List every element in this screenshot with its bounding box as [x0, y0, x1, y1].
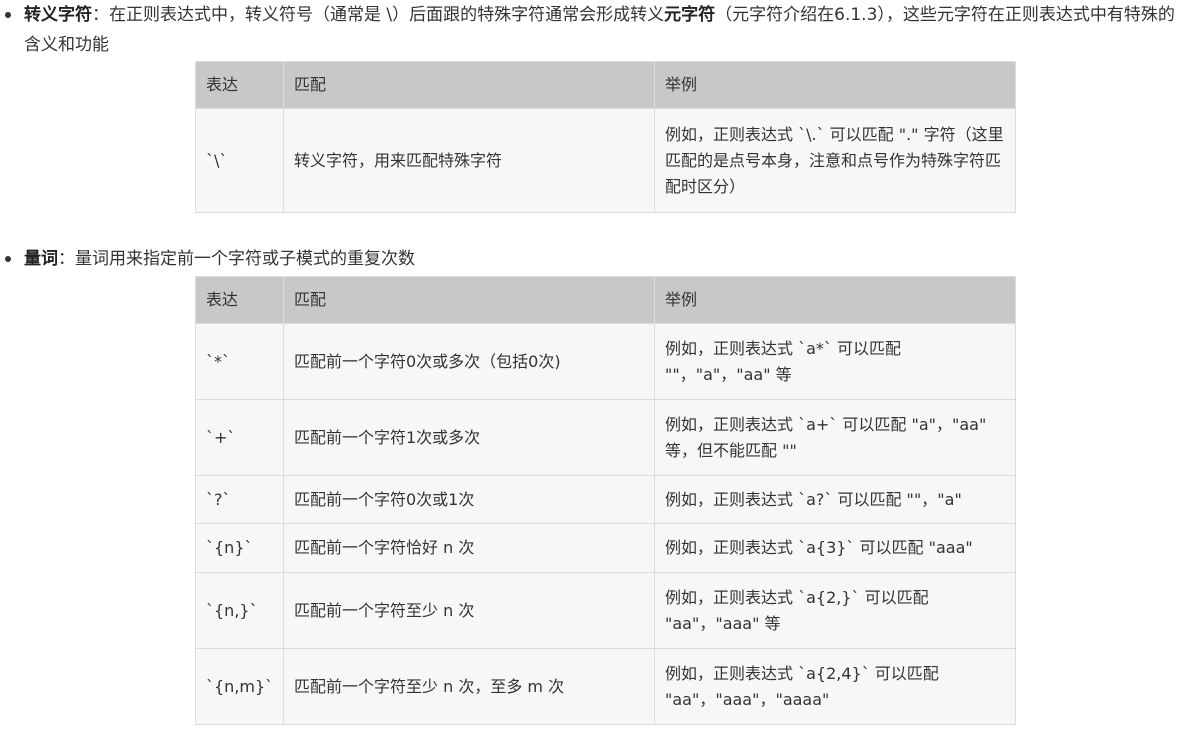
cell-example: 例如，正则表达式 `a{3}` 可以匹配 "aaa": [654, 523, 1016, 573]
header-example: 举例: [654, 61, 1016, 109]
escape-table: 表达 匹配 举例 `\` 转义字符，用来匹配特殊字符 例如，正则表达式 `\.`…: [195, 61, 1016, 213]
header-example: 举例: [654, 276, 1016, 324]
cell-example: 例如，正则表达式 `a+` 可以匹配 "a"，"aa" 等，但不能匹配 "": [654, 399, 1016, 476]
header-expr: 表达: [195, 61, 284, 109]
table-row: `\` 转义字符，用来匹配特殊字符 例如，正则表达式 `\.` 可以匹配 "."…: [195, 108, 1016, 213]
cell-match: 匹配前一个字符恰好 n 次: [283, 523, 655, 573]
table-row: `{n,m}` 匹配前一个字符至少 n 次，至多 m 次 例如，正则表达式 `a…: [195, 648, 1016, 725]
cell-example: 例如，正则表达式 `a{2,}` 可以匹配 "aa"，"aaa" 等: [654, 572, 1016, 649]
table-header-row: 表达 匹配 举例: [195, 61, 1016, 109]
quantifier-bullet: 量词：量词用来指定前一个字符或子模式的重复次数: [0, 244, 1188, 274]
cell-expr: `{n,m}`: [195, 648, 284, 725]
quantifier-table: 表达 匹配 举例 `*` 匹配前一个字符0次或多次（包括0次) 例如，正则表达式…: [195, 276, 1016, 725]
header-expr: 表达: [195, 276, 284, 324]
cell-example: 例如，正则表达式 `a*` 可以匹配 ""，"a"，"aa" 等: [654, 323, 1016, 400]
cell-match: 匹配前一个字符0次或1次: [283, 475, 655, 524]
escape-bullet: 转义字符：在正则表达式中，转义符号（通常是 \）后面跟的特殊字符通常会形成转义元…: [0, 0, 1188, 60]
quantifier-colon: ：: [58, 249, 75, 269]
table-row: `?` 匹配前一个字符0次或1次 例如，正则表达式 `a?` 可以匹配 ""，"…: [195, 475, 1016, 524]
table-row: `{n}` 匹配前一个字符恰好 n 次 例如，正则表达式 `a{3}` 可以匹配…: [195, 523, 1016, 573]
quantifier-text: 量词用来指定前一个字符或子模式的重复次数: [75, 249, 415, 269]
table-row: `{n,}` 匹配前一个字符至少 n 次 例如，正则表达式 `a{2,}` 可以…: [195, 572, 1016, 649]
header-match: 匹配: [283, 276, 655, 324]
cell-match: 转义字符，用来匹配特殊字符: [283, 108, 655, 213]
escape-term: 转义字符: [24, 5, 92, 25]
table-row: `*` 匹配前一个字符0次或多次（包括0次) 例如，正则表达式 `a*` 可以匹…: [195, 323, 1016, 400]
cell-expr: `*`: [195, 323, 284, 400]
cell-example: 例如，正则表达式 `a?` 可以匹配 ""，"a": [654, 475, 1016, 524]
cell-expr: `{n}`: [195, 523, 284, 573]
escape-text-before: 在正则表达式中，转义符号（通常是 \）后面跟的特殊字符通常会形成转义: [109, 5, 665, 25]
cell-expr: `\`: [195, 108, 284, 213]
bullet-dot-icon: [5, 256, 11, 262]
escape-colon: ：: [92, 5, 109, 25]
quantifier-term: 量词: [24, 249, 58, 269]
cell-expr: `?`: [195, 475, 284, 524]
bullet-dot-icon: [5, 12, 11, 18]
cell-example: 例如，正则表达式 `a{2,4}` 可以匹配 "aa"，"aaa"，"aaaa": [654, 648, 1016, 725]
header-match: 匹配: [283, 61, 655, 109]
cell-expr: `{n,}`: [195, 572, 284, 649]
table-header-row: 表达 匹配 举例: [195, 276, 1016, 324]
cell-example: 例如，正则表达式 `\.` 可以匹配 "." 字符（这里匹配的是点号本身，注意和…: [654, 108, 1016, 213]
cell-match: 匹配前一个字符1次或多次: [283, 399, 655, 476]
cell-match: 匹配前一个字符0次或多次（包括0次): [283, 323, 655, 400]
cell-expr: `+`: [195, 399, 284, 476]
escape-strong: 元字符: [664, 5, 716, 25]
table-row: `+` 匹配前一个字符1次或多次 例如，正则表达式 `a+` 可以匹配 "a"，…: [195, 399, 1016, 476]
cell-match: 匹配前一个字符至少 n 次: [283, 572, 655, 649]
cell-match: 匹配前一个字符至少 n 次，至多 m 次: [283, 648, 655, 725]
